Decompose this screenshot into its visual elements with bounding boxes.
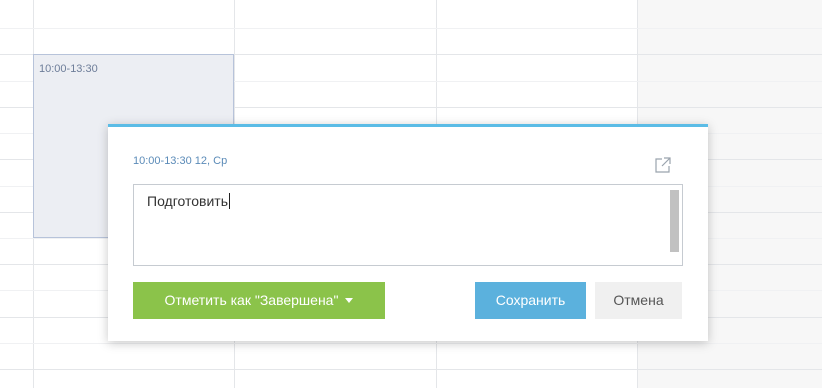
grid-line (0, 28, 822, 29)
event-text-input[interactable]: Подготовить (133, 184, 683, 266)
popup-date-label: 10:00-13:30 12, Ср (133, 155, 228, 167)
text-caret (229, 193, 230, 209)
textarea-scrollbar[interactable] (670, 190, 679, 252)
chevron-down-icon[interactable] (345, 298, 354, 303)
event-edit-popup: 10:00-13:30 12, Ср Подготовить Отметить … (108, 124, 708, 341)
cancel-button[interactable]: Отмена (595, 282, 682, 319)
mark-complete-button[interactable]: Отметить как "Завершена" (133, 282, 385, 319)
grid-line (0, 343, 822, 344)
event-text-value: Подготовить (147, 193, 228, 209)
mark-complete-label: Отметить как "Завершена" (164, 292, 339, 308)
event-time-label: 10:00-13:30 (39, 63, 98, 75)
external-link-icon[interactable] (654, 156, 672, 174)
save-button[interactable]: Сохранить (475, 282, 586, 319)
grid-line (0, 369, 822, 370)
